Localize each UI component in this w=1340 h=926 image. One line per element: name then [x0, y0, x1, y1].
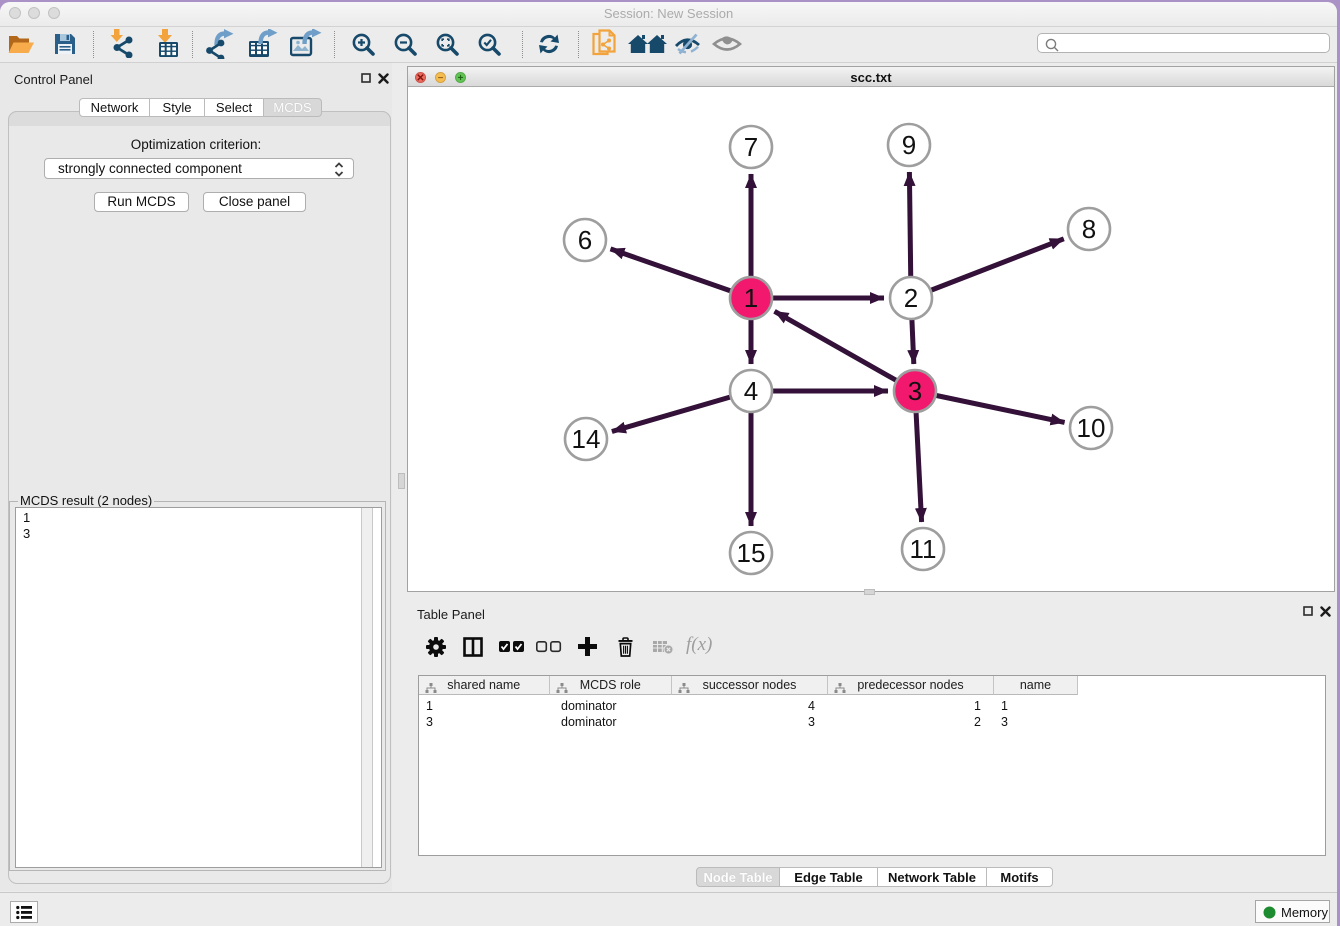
svg-text:1: 1 [744, 283, 758, 313]
svg-text:8: 8 [1082, 214, 1096, 244]
svg-text:14: 14 [572, 424, 601, 454]
svg-text:2: 2 [904, 283, 918, 313]
svg-text:7: 7 [744, 132, 758, 162]
svg-text:6: 6 [578, 225, 592, 255]
svg-text:10: 10 [1077, 413, 1106, 443]
svg-text:9: 9 [902, 130, 916, 160]
svg-text:4: 4 [744, 376, 758, 406]
svg-text:15: 15 [737, 538, 766, 568]
svg-text:3: 3 [908, 376, 922, 406]
svg-text:11: 11 [910, 534, 937, 564]
